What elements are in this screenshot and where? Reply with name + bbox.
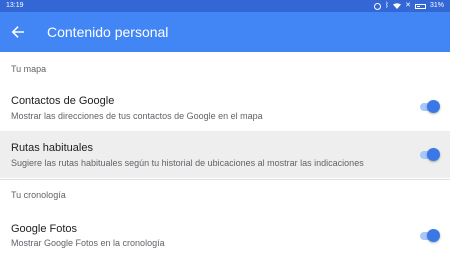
section-header-tu-cronologia: Tu cronología [11, 190, 66, 200]
google-fotos-toggle[interactable] [418, 229, 440, 243]
setting-title: Google Fotos [11, 223, 78, 235]
status-bar: 13:19 ᛒ ✕ 31% [0, 0, 450, 12]
setting-contactos-de-google[interactable]: Contactos de Google Mostrar las direccio… [0, 84, 450, 130]
rutas-toggle[interactable] [418, 148, 440, 162]
contactos-toggle[interactable] [418, 100, 440, 114]
bluetooth-icon: ᛒ [384, 2, 390, 9]
section-header-tu-mapa: Tu mapa [11, 64, 47, 74]
toggle-thumb [427, 100, 440, 113]
setting-rutas-habituales[interactable]: Rutas habituales Sugiere las rutas habit… [0, 131, 450, 178]
toggle-thumb [427, 229, 440, 242]
alarm-icon [373, 2, 381, 10]
battery-percent: 31% [429, 2, 444, 9]
setting-google-fotos[interactable]: Google Fotos Mostrar Google Fotos en la … [0, 212, 450, 253]
wifi-icon [393, 3, 402, 9]
divider [0, 179, 450, 180]
setting-description: Sugiere las rutas habituales según tu hi… [11, 158, 364, 168]
toggle-thumb [427, 148, 440, 161]
setting-title: Rutas habituales [11, 142, 93, 154]
setting-description: Mostrar Google Fotos en la cronología [11, 238, 165, 248]
battery-icon [414, 3, 426, 9]
back-arrow-icon[interactable] [8, 22, 28, 42]
setting-description: Mostrar las direcciones de tus contactos… [11, 111, 263, 121]
app-bar: Contenido personal [0, 12, 450, 52]
status-time: 13:19 [6, 2, 24, 9]
page-title: Contenido personal [47, 24, 169, 40]
status-icons: ᛒ ✕ 31% [373, 0, 444, 12]
no-sim-icon: ✕ [405, 2, 411, 9]
setting-title: Contactos de Google [11, 95, 115, 107]
